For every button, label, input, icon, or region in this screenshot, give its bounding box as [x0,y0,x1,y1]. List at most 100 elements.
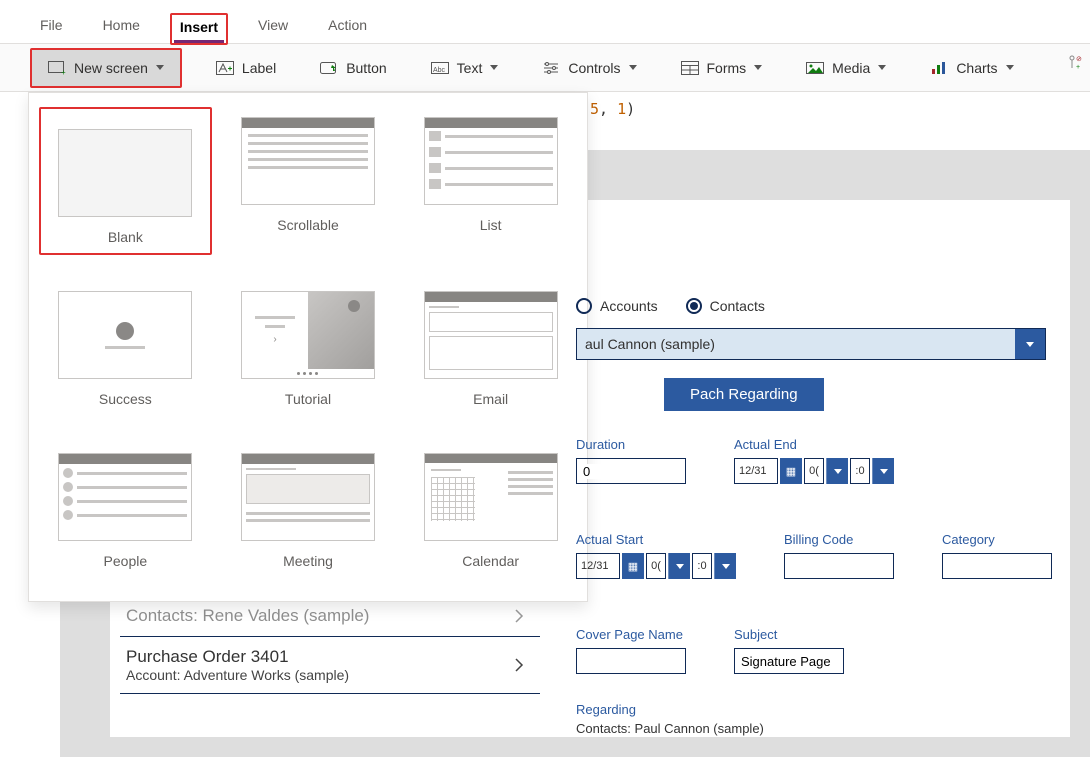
svg-text:⊘: ⊘ [1076,56,1082,63]
gallery-item-label: Scrollable [277,217,338,233]
media-button[interactable]: Media [796,54,896,82]
gallery-item-label: Email [473,391,508,407]
thumb-scrollable [241,117,375,205]
tab-home[interactable]: Home [93,11,150,43]
list-panel: Contacts: Rene Valdes (sample) Purchase … [120,596,540,694]
new-screen-button[interactable]: + New screen [32,50,180,86]
field-label: Category [942,532,1052,547]
forms-button[interactable]: Forms [671,54,773,82]
svg-text:+: + [61,68,66,75]
gallery-item-people[interactable]: People [39,443,212,579]
field-label: Billing Code [784,532,894,547]
chevron-right-icon [510,656,528,674]
thumb-list [424,117,558,205]
controls-button[interactable]: Controls [532,54,646,82]
tab-file[interactable]: File [30,11,73,43]
overflow-icon[interactable]: ⊘+ [1068,54,1084,73]
chevron-down-icon[interactable] [1015,329,1045,359]
gallery-item-list[interactable]: List [404,107,577,255]
charts-button[interactable]: Charts [920,54,1023,82]
button-button[interactable]: Button [310,54,396,82]
tab-insert[interactable]: Insert [170,13,228,45]
field-label: Actual End [734,437,894,452]
svg-text:+: + [1076,64,1080,70]
billing-code-input[interactable] [784,553,894,579]
patch-regarding-button[interactable]: Pach Regarding [664,378,824,411]
gallery-item-calendar[interactable]: Calendar [404,443,577,579]
field-label: Cover Page Name [576,627,686,642]
text-btn-label: Text [457,60,483,76]
gallery-item-label: List [480,217,502,233]
thumb-blank [58,129,192,217]
duration-input[interactable] [576,458,686,484]
label-icon [216,60,234,76]
gallery-item-meeting[interactable]: Meeting [222,443,395,579]
chevron-right-icon [510,607,528,625]
actual-start-input[interactable]: 12/31 ▦ 0( :0 [576,553,736,579]
thumb-meeting [241,453,375,541]
media-btn-label: Media [832,60,870,76]
tab-action[interactable]: Action [318,11,377,43]
label-btn-label: Label [242,60,276,76]
subject-input[interactable] [734,648,844,674]
regarding-block: Regarding Contacts: Paul Cannon (sample) [576,702,1060,736]
button-icon [320,60,338,76]
gallery-item-label: Success [99,391,152,407]
thumb-email [424,291,558,379]
button-btn-label: Button [346,60,386,76]
sliders-icon [542,60,560,76]
thumb-success [58,291,192,379]
chevron-down-icon [754,65,762,70]
radio-label: Contacts [710,298,765,314]
radio-icon [686,298,702,314]
chart-icon [930,60,948,76]
chevron-down-icon[interactable] [826,458,848,484]
new-screen-label: New screen [74,60,148,76]
list-item-subtitle: Account: Adventure Works (sample) [126,667,349,683]
calendar-icon[interactable]: ▦ [780,458,802,484]
actual-end-input[interactable]: 12/31 ▦ 0( :0 [734,458,894,484]
formula-bar-snippet: 5, 1) [590,100,635,118]
gallery-item-tutorial[interactable]: › Tutorial [222,281,395,417]
category-input[interactable] [942,553,1052,579]
text-button[interactable]: Abc Text [421,54,509,82]
gallery-item-success[interactable]: Success [39,281,212,417]
list-item[interactable]: Contacts: Rene Valdes (sample) [120,596,540,636]
gallery-item-label: Blank [108,229,143,245]
screen-icon: + [48,60,66,76]
forms-icon [681,60,699,76]
chevron-down-icon [629,65,637,70]
controls-btn-label: Controls [568,60,620,76]
label-button[interactable]: Label [206,54,286,82]
thumb-tutorial: › [241,291,375,379]
calendar-icon[interactable]: ▦ [622,553,644,579]
list-item-title: Contacts: Rene Valdes (sample) [126,606,369,626]
tab-view[interactable]: View [248,11,298,43]
gallery-item-scrollable[interactable]: Scrollable [222,107,395,255]
chevron-down-icon[interactable] [668,553,690,579]
list-item-title: Purchase Order 3401 [126,647,349,667]
field-label: Duration [576,437,686,452]
chevron-down-icon[interactable] [714,553,736,579]
gallery-item-blank[interactable]: Blank [39,107,212,255]
thumb-people [58,453,192,541]
gallery-item-label: People [104,553,148,569]
svg-text:Abc: Abc [433,67,446,74]
contact-combo[interactable]: aul Cannon (sample) [576,328,1046,360]
cover-page-input[interactable] [576,648,686,674]
chevron-down-icon[interactable] [872,458,894,484]
menubar: File Home Insert View Action [0,0,1090,44]
gallery-item-label: Tutorial [285,391,331,407]
list-item[interactable]: Purchase Order 3401 Account: Adventure W… [120,636,540,694]
chevron-down-icon [156,65,164,70]
gallery-item-label: Calendar [462,553,519,569]
regarding-value: Contacts: Paul Cannon (sample) [576,721,1060,736]
gallery-item-email[interactable]: Email [404,281,577,417]
gallery-item-label: Meeting [283,553,333,569]
radio-contacts[interactable]: Contacts [686,298,765,314]
radio-accounts[interactable]: Accounts [576,298,658,314]
chevron-down-icon [878,65,886,70]
new-screen-gallery: Blank Scrollable List Success [28,92,588,602]
ribbon: + New screen Label Button Abc Text Contr… [0,44,1090,92]
regarding-label: Regarding [576,702,1060,717]
